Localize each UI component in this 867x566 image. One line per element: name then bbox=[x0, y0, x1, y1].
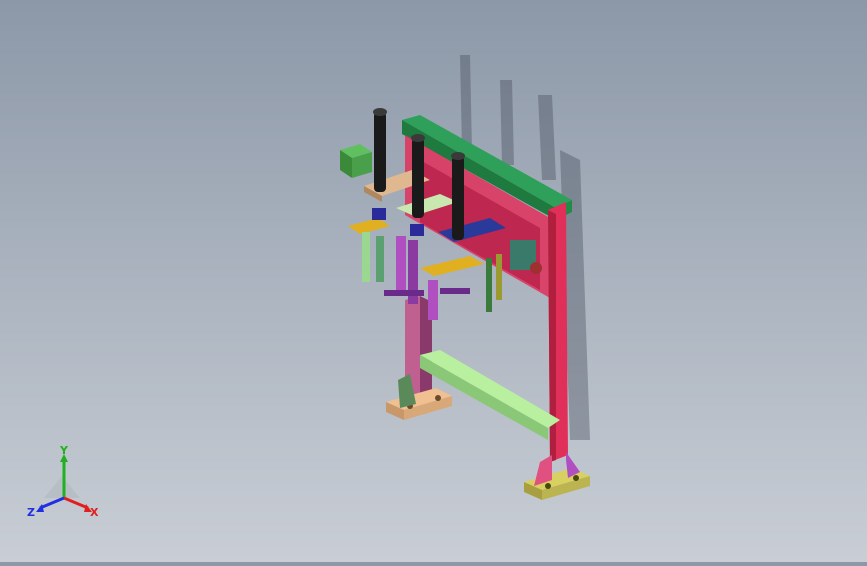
z-axis-arrow bbox=[39, 496, 65, 510]
y-axis-label: Y bbox=[59, 446, 69, 457]
z-axis-arrowhead bbox=[36, 504, 44, 512]
3d-viewport[interactable]: Y X Z bbox=[0, 0, 867, 562]
base-plate-right[interactable] bbox=[524, 468, 590, 500]
base-plate-left[interactable] bbox=[386, 388, 452, 420]
triad-cone bbox=[44, 476, 80, 498]
coordinate-triad: Y X Z bbox=[27, 446, 99, 519]
model-render[interactable] bbox=[0, 0, 867, 562]
z-axis-label: Z bbox=[27, 506, 35, 519]
x-axis-label: X bbox=[90, 506, 99, 519]
cylinder-middle[interactable] bbox=[411, 134, 425, 218]
x-axis-arrow bbox=[63, 496, 89, 510]
cylinder-right[interactable] bbox=[451, 152, 465, 240]
cylinder-left[interactable] bbox=[373, 108, 387, 192]
